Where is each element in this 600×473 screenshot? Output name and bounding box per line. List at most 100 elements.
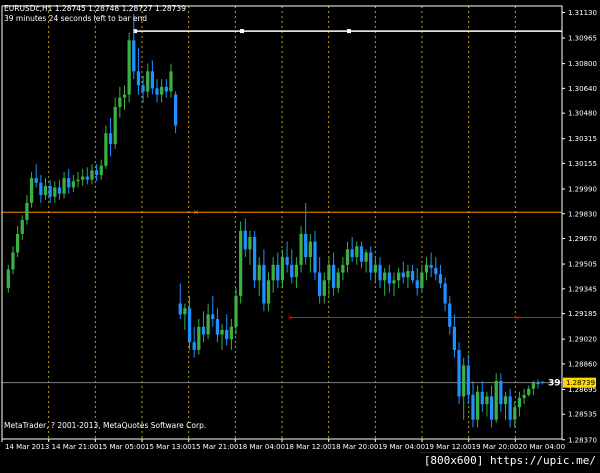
candle-body [192, 342, 196, 350]
candle-body [466, 365, 470, 395]
candle-body [229, 326, 233, 340]
anchor-point: × [193, 209, 199, 217]
candle-body [11, 252, 15, 270]
candle-body [6, 269, 10, 289]
candle-body [90, 170, 94, 180]
candle-body [20, 219, 24, 234]
candle-body [108, 133, 113, 145]
candle-body [462, 365, 466, 397]
candle-body [94, 170, 99, 176]
x-tick-label: 18 Mar 04:00 [238, 443, 285, 451]
candle-body [67, 178, 71, 188]
candle-body [434, 267, 438, 275]
candle-body [211, 314, 215, 320]
candle-body [369, 252, 373, 273]
candle-body [239, 230, 243, 296]
candle-body [345, 249, 350, 265]
candle-body [141, 85, 145, 92]
candle-body [62, 178, 66, 194]
x-tick-label: 15 Mar 13:00 [145, 443, 192, 451]
candle-body [280, 257, 285, 281]
candle-body [25, 202, 29, 220]
symbol-info: EURUSDc,H1 1.28745 1.28748 1.28727 1.287… [4, 4, 186, 13]
copyright-text: MetaTrader, ? 2001-2013, MetaQuotes Soft… [4, 421, 206, 430]
candle-body [410, 271, 415, 281]
y-tick-label: 1.29830 [568, 210, 597, 218]
candle-body [415, 280, 419, 289]
y-tick-label: 1.30315 [568, 135, 597, 143]
candle-body [443, 283, 447, 304]
candle-body [485, 396, 489, 405]
current-price-label: 1.28739 [566, 379, 595, 387]
candle-body [299, 233, 303, 265]
candle-body [285, 257, 289, 265]
y-tick-label: 1.29020 [568, 336, 597, 344]
candle-body [187, 308, 192, 343]
candle-body [29, 178, 34, 203]
candle-body [541, 381, 545, 383]
x-tick-label: 19 Mar 04:00 [378, 443, 425, 451]
candle-body [197, 326, 201, 350]
x-tick-label: 19 Mar 20:00 [472, 443, 519, 451]
candle-body [489, 396, 494, 420]
candle-body [85, 176, 89, 180]
candle-body [136, 71, 141, 86]
y-tick-label: 1.29505 [568, 261, 597, 269]
candle-body [150, 71, 154, 89]
x-tick-label: 19 Mar 12:00 [425, 443, 472, 451]
candle-body [127, 40, 131, 95]
candle-body [290, 264, 294, 278]
candle-body [234, 295, 238, 327]
y-tick-label: 1.30800 [568, 60, 597, 68]
anchor-point: × [514, 314, 520, 322]
candle-body [294, 264, 299, 278]
candle-body [215, 319, 220, 335]
candle-body [475, 391, 480, 420]
y-tick-label: 1.29990 [568, 185, 597, 193]
candle-body [155, 88, 159, 95]
candle-body [266, 280, 271, 304]
candle-body [225, 329, 229, 340]
candle-body [262, 264, 266, 304]
chart-window[interactable]: × × × 1.31130 1.30965 1.30800 1.30640 1.30480 1… [0, 0, 600, 469]
candle-body [508, 396, 512, 420]
candle-body [122, 94, 127, 98]
candle-body [373, 264, 378, 273]
candle-body [452, 326, 457, 350]
candle-body [206, 314, 210, 335]
x-tick-label: 20 Mar 04:00 [518, 443, 565, 451]
candle-body [257, 264, 261, 281]
candle-body [34, 178, 38, 183]
candle-body [527, 388, 531, 395]
watermark: [800x600] https://upic.me/ [419, 452, 600, 469]
candle-body [43, 185, 48, 196]
candle-body [420, 272, 424, 289]
candle-body [424, 264, 429, 273]
y-tick-label: 1.29345 [568, 285, 597, 293]
candle-body [536, 382, 540, 385]
y-tick-label: 1.30640 [568, 85, 597, 93]
candle-body [350, 249, 354, 258]
candle-body [71, 181, 76, 188]
candle-body [57, 187, 62, 194]
candle-body [406, 271, 410, 278]
candle-body [499, 380, 503, 405]
candle-body [304, 233, 308, 258]
candle-body [48, 185, 52, 197]
candle-body [397, 272, 401, 281]
candle-body [164, 86, 168, 92]
candle-body [513, 407, 517, 420]
candle-body [178, 303, 182, 315]
candle-body [220, 329, 224, 335]
candle-body [201, 326, 206, 335]
candle-body [457, 349, 461, 397]
candlestick-chart[interactable]: × × × 1.31130 1.30965 1.30800 1.30640 1.30480 1… [0, 0, 600, 469]
candle-body [313, 241, 317, 273]
candle-body [331, 264, 336, 289]
candle-body [471, 394, 475, 420]
candle-body [248, 236, 252, 250]
candle-body [438, 274, 443, 284]
anchor-point [347, 29, 351, 34]
candle-body [517, 397, 522, 408]
candle-body [448, 303, 452, 327]
